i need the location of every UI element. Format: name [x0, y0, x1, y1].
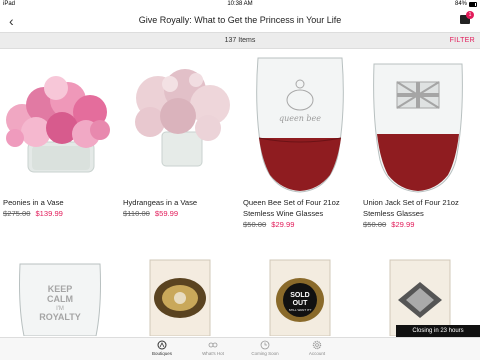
union-jack-glass-image [373, 63, 463, 193]
tab-bar: Boutiques What's Hot Coming Soon Account [0, 337, 480, 360]
peonies-image [6, 76, 110, 173]
product-title: Peonies in a Vase [3, 198, 64, 207]
product-card[interactable]: KEEP CALM I'M ROYALTY [0, 256, 120, 337]
sold-out-text: OUT [293, 300, 309, 307]
glasses-icon [208, 342, 218, 348]
battery-percent: 84% [454, 1, 467, 7]
product-title: Queen Bee Set of Four 21oz Stemless Wine… [243, 198, 340, 218]
sale-price: $29.99 [391, 220, 415, 229]
product-card[interactable]: queen bee Queen Bee Set of Four 21oz Ste… [240, 50, 360, 240]
keep-calm-glass-image: KEEP CALM I'M ROYALTY [19, 263, 101, 337]
product-card[interactable]: Peonies in a Vase $275.00 $139.99 [0, 50, 120, 240]
tab-label: Boutiques [151, 351, 172, 356]
sale-price: $29.99 [271, 220, 295, 229]
product-card[interactable] [360, 256, 480, 337]
item-count: 137 Items [224, 37, 256, 44]
hydrangeas-image [135, 69, 230, 167]
tab-coming-soon[interactable]: Coming Soon [240, 340, 290, 356]
sold-out-text: SOLD [290, 292, 309, 299]
product-grid: Peonies in a Vase $275.00 $139.99 Hydrang… [0, 50, 480, 337]
sold-out-candle-image: SOLD OUT STILL WANT IT? [269, 259, 331, 337]
keep-calm-text-line: KEEP [48, 284, 73, 294]
product-price: $50.00 $29.99 [363, 219, 414, 230]
closing-timer-banner: Closing in 23 hours [396, 325, 480, 337]
product-price: $110.00 $59.99 [123, 208, 178, 219]
silver-candle-image [389, 259, 451, 337]
tab-label: What's Hot [202, 351, 224, 356]
product-card[interactable] [120, 256, 240, 337]
queen-bee-etching: queen bee [279, 114, 321, 123]
tab-account[interactable]: Account [292, 340, 342, 356]
product-card[interactable]: SOLD OUT STILL WANT IT? [240, 256, 360, 337]
product-price: $50.00 $29.99 [243, 219, 294, 230]
tab-label: Coming Soon [251, 351, 279, 356]
status-time: 10:38 AM [227, 1, 253, 7]
nav-bar: ‹ Give Royally: What to Get the Princess… [0, 10, 480, 32]
battery-icon [469, 2, 477, 7]
sold-out-subtext: STILL WANT IT? [289, 308, 312, 312]
keep-calm-text-line: ROYALTY [39, 312, 81, 322]
keep-calm-text-line: CALM [47, 294, 73, 304]
product-card[interactable]: Hydrangeas in a Vase $110.00 $59.99 [120, 50, 240, 240]
boutiques-icon [157, 340, 167, 350]
queen-bee-glass-image: queen bee [256, 57, 344, 193]
sale-price: $59.99 [154, 209, 179, 218]
filter-button[interactable]: FILTER [450, 37, 475, 44]
original-price: $110.00 [123, 209, 150, 218]
tab-boutiques[interactable]: Boutiques [137, 340, 187, 356]
original-price: $275.00 [3, 209, 31, 218]
product-title: Hydrangeas in a Vase [123, 198, 198, 207]
sale-price: $139.99 [35, 209, 63, 218]
clock-icon [260, 340, 270, 350]
status-bar: iPad 10:38 AM 84% [0, 0, 480, 10]
results-bar: 137 Items FILTER [0, 32, 480, 49]
original-price: $50.00 [363, 220, 387, 229]
jeweled-candle-image [149, 259, 211, 337]
tab-whats-hot[interactable]: What's Hot [188, 340, 238, 356]
product-title: Union Jack Set of Four 21oz Stemless Gla… [363, 198, 459, 218]
page-title: Give Royally: What to Get the Princess i… [138, 15, 342, 25]
cart-count-badge: 1 [466, 11, 474, 19]
product-price: $275.00 $139.99 [3, 208, 63, 219]
gear-icon [312, 340, 322, 350]
original-price: $50.00 [243, 220, 267, 229]
tab-label: Account [308, 351, 326, 356]
product-card[interactable]: Union Jack Set of Four 21oz Stemless Gla… [360, 50, 480, 240]
